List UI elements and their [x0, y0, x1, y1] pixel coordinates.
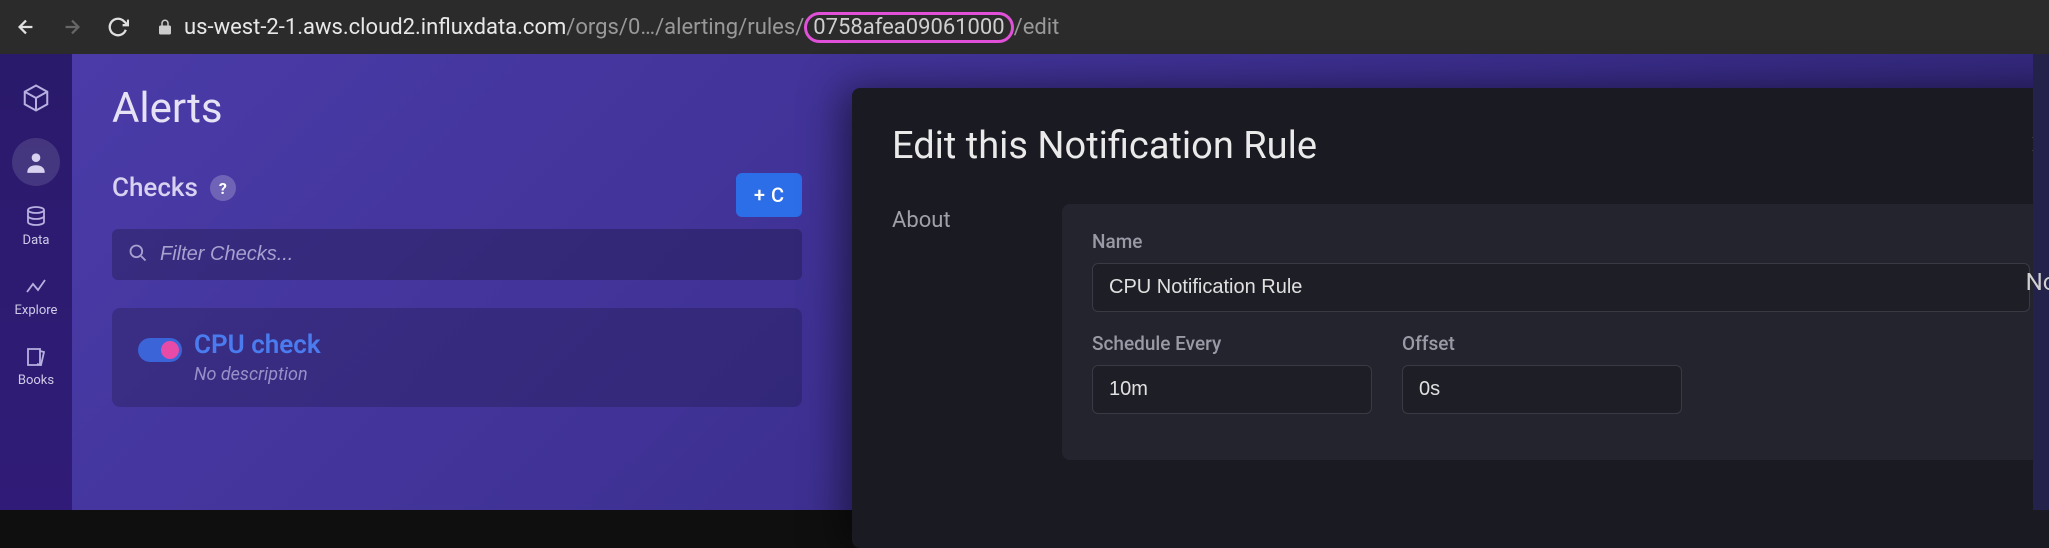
- check-name[interactable]: CPU check: [194, 330, 321, 360]
- url-path-prefix: /orgs/: [566, 15, 628, 40]
- sidebar-item-user[interactable]: [12, 138, 60, 186]
- offset-input[interactable]: [1402, 365, 1682, 414]
- create-check-button[interactable]: + C: [736, 173, 802, 217]
- right-edge-panel: No: [2033, 54, 2049, 510]
- url-host: us-west-2-1.aws.cloud2.influxdata.com: [184, 15, 566, 40]
- url-path-suffix: /edit: [1014, 15, 1060, 40]
- nav-forward-button[interactable]: [56, 11, 88, 43]
- sidebar-item-explore[interactable]: Explore: [6, 266, 66, 326]
- plus-icon: +: [754, 183, 765, 207]
- search-icon: [128, 243, 148, 267]
- database-icon: [24, 205, 48, 229]
- checks-section-title: Checks: [112, 173, 198, 203]
- sidebar-item-books[interactable]: Books: [6, 336, 66, 396]
- name-label: Name: [1092, 230, 2030, 253]
- sidebar-label-books: Books: [18, 373, 54, 388]
- sidebar-item-data[interactable]: Data: [6, 196, 66, 256]
- check-toggle[interactable]: [138, 338, 182, 362]
- main-area: Alerts Checks ? + C CPU check: [72, 54, 2049, 510]
- schedule-label: Schedule Every: [1092, 332, 1372, 355]
- form-panel: Name Schedule Every Offset: [1062, 204, 2049, 460]
- filter-checks-input[interactable]: [112, 229, 802, 280]
- url-bar[interactable]: us-west-2-1.aws.cloud2.influxdata.com/or…: [148, 0, 2039, 54]
- url-text: us-west-2-1.aws.cloud2.influxdata.com/or…: [184, 15, 1059, 40]
- sidebar-label-data: Data: [23, 233, 50, 248]
- help-icon[interactable]: ?: [210, 175, 236, 201]
- explore-icon: [24, 275, 48, 299]
- lock-icon: [156, 18, 174, 36]
- about-label: About: [892, 204, 1002, 460]
- browser-bar: us-west-2-1.aws.cloud2.influxdata.com/or…: [0, 0, 2049, 54]
- url-rule-id-highlight: 0758afea09061000: [804, 12, 1013, 43]
- modal-title: Edit this Notification Rule: [892, 124, 1317, 168]
- user-icon: [23, 149, 49, 175]
- check-card[interactable]: CPU check No description: [112, 308, 802, 407]
- books-icon: [24, 345, 48, 369]
- url-org-id: 0…: [628, 15, 655, 40]
- sidebar-item-logo[interactable]: [6, 68, 66, 128]
- name-input[interactable]: [1092, 263, 2030, 312]
- sidebar: Data Explore Books: [0, 54, 72, 510]
- checks-header: Checks ? + C: [112, 173, 802, 203]
- cube-icon: [21, 83, 51, 113]
- nav-reload-button[interactable]: [102, 11, 134, 43]
- url-path-mid: /alerting/rules/: [655, 15, 804, 40]
- edit-rule-modal: Edit this Notification Rule About Name S…: [852, 88, 2049, 548]
- schedule-input[interactable]: [1092, 365, 1372, 414]
- check-description: No description: [194, 364, 321, 385]
- offset-label: Offset: [1402, 332, 1682, 355]
- create-button-label: C: [771, 183, 784, 207]
- sidebar-label-explore: Explore: [15, 303, 58, 318]
- nav-back-button[interactable]: [10, 11, 42, 43]
